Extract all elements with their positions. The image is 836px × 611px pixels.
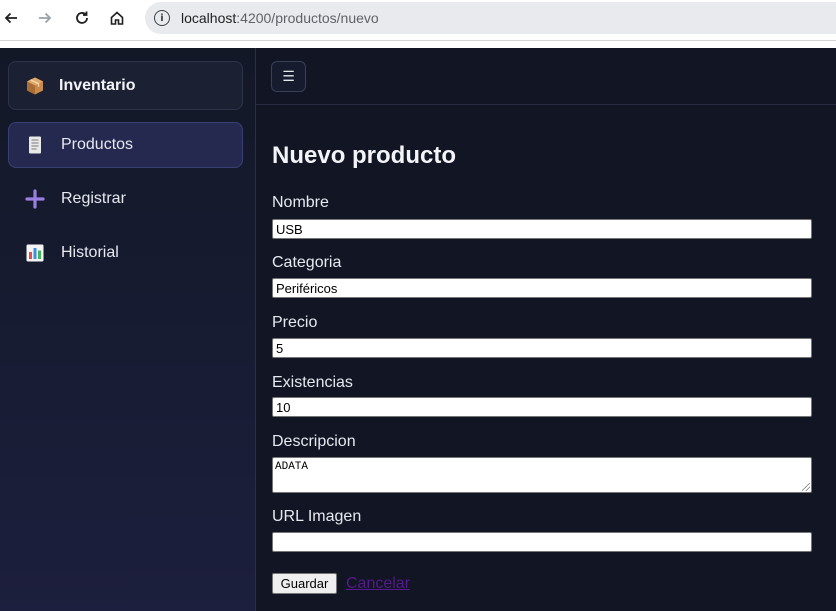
cancel-link[interactable]: Cancelar [346,575,410,593]
app-root: Inventario Productos Registrar Historial… [0,48,836,611]
precio-label: Precio [272,314,318,331]
browser-toolbar: i localhost:4200/productos/nuevo [0,0,836,36]
hamburger-icon: ☰ [282,68,295,85]
nombre-input[interactable]: USB [272,219,812,239]
forward-arrow-icon[interactable] [27,0,63,36]
categoria-label: Categoria [272,254,342,271]
back-arrow-icon[interactable] [0,0,29,36]
descripcion-value: ADATA [275,461,309,473]
existencias-input[interactable]: 10 [272,397,812,417]
document-icon [25,135,45,155]
sidebar-item-label: Productos [61,136,134,153]
url-imagen-label: URL Imagen [272,508,362,525]
url-imagen-input[interactable] [272,532,812,552]
save-button[interactable]: Guardar [272,573,337,594]
categoria-input[interactable]: Periféricos [272,278,812,298]
top-bar: ☰ [256,48,836,105]
sidebar-item-label: Registrar [61,190,126,207]
bar-chart-icon [25,243,45,263]
nombre-label: Nombre [272,194,329,211]
menu-toggle-button[interactable]: ☰ [271,61,306,92]
site-info-icon[interactable]: i [154,10,170,26]
sidebar-brand[interactable]: Inventario [8,61,243,110]
plus-icon [25,189,45,209]
address-bar[interactable]: i localhost:4200/productos/nuevo [145,2,836,34]
chrome-divider [0,40,836,41]
descripcion-textarea[interactable]: ADATA [272,457,812,493]
reload-icon[interactable] [64,0,100,36]
resize-grip-icon[interactable] [802,483,810,491]
main-content: ☰ Nuevo producto Nombre USB Categoria Pe… [256,48,836,611]
sidebar-item-label: Historial [61,244,119,261]
existencias-label: Existencias [272,374,353,391]
page-title: Nuevo producto [272,142,456,169]
brand-title: Inventario [59,76,136,94]
sidebar-item-historial[interactable]: Historial [8,230,243,276]
url-text: localhost:4200/productos/nuevo [181,10,379,26]
precio-input[interactable]: 5 [272,338,812,358]
sidebar-item-registrar[interactable]: Registrar [8,176,243,222]
home-icon[interactable] [99,0,135,36]
package-icon [25,76,45,96]
sidebar: Inventario Productos Registrar Historial [0,48,256,611]
sidebar-item-productos[interactable]: Productos [8,122,243,168]
descripcion-label: Descripcion [272,433,356,450]
